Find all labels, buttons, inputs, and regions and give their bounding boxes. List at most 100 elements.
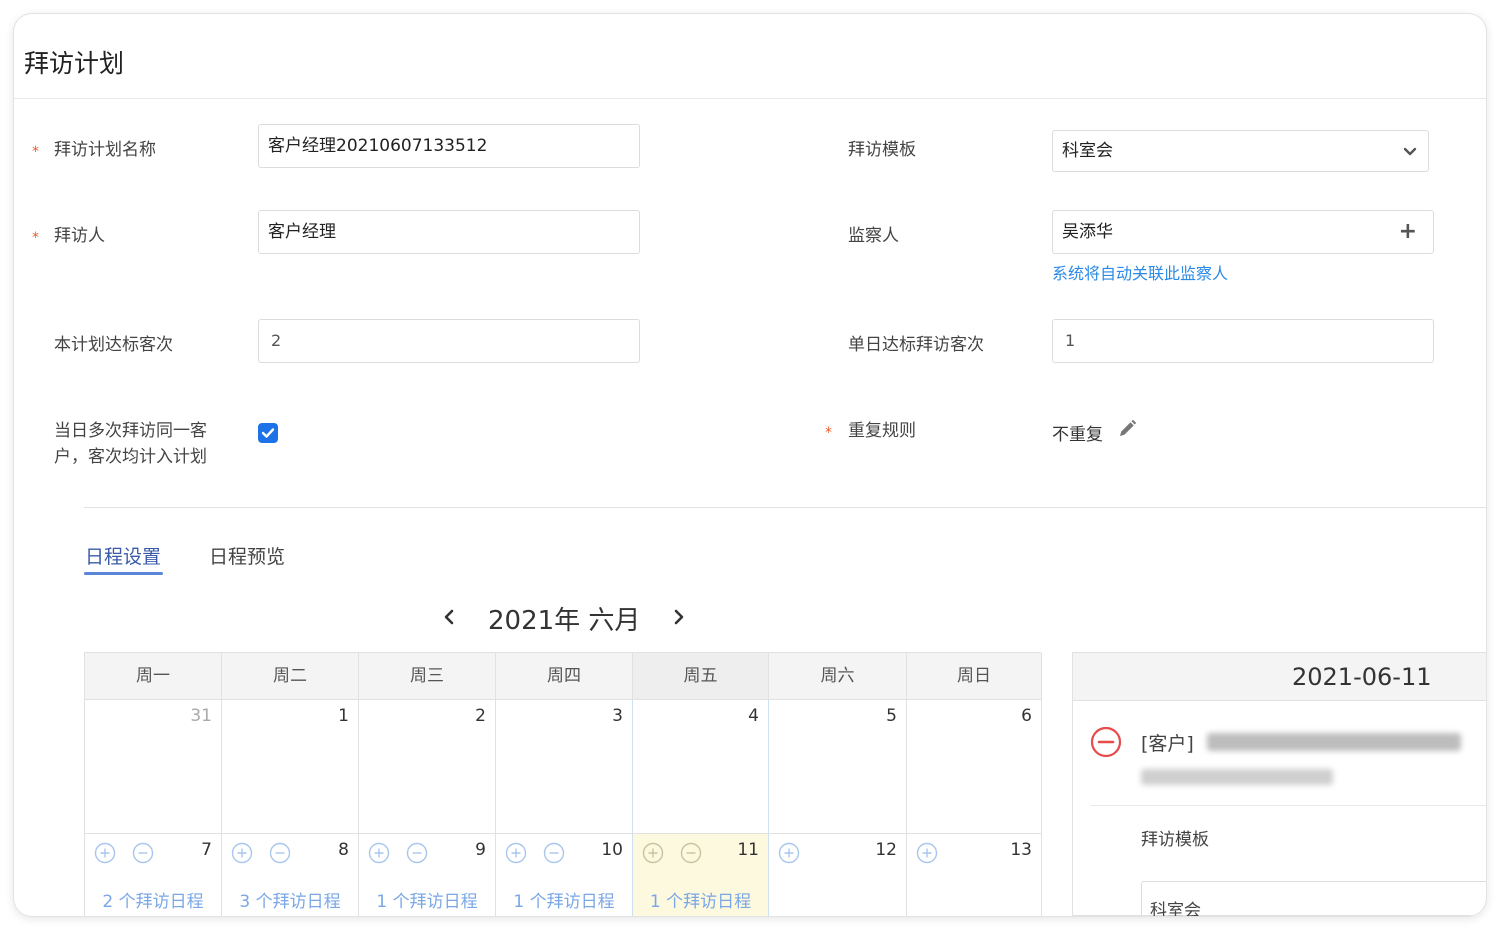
- repeat-rule-value: 不重复: [1052, 425, 1103, 445]
- customer-tag: [客户]: [1141, 733, 1194, 755]
- visit-plan-window: 拜访计划 * 拜访计划名称 客户经理20210607133512 拜访模板 科室…: [14, 14, 1486, 916]
- multi-visit-checkbox[interactable]: [258, 423, 278, 443]
- day-number: 31: [190, 706, 212, 726]
- add-circle-icon[interactable]: [916, 842, 938, 864]
- add-circle-icon[interactable]: [642, 842, 664, 864]
- check-icon: [261, 428, 275, 438]
- daily-target-input[interactable]: 1: [1052, 319, 1434, 363]
- panel-divider: [1091, 805, 1486, 806]
- supervisor-hint: 系统将自动关联此监察人: [1052, 264, 1229, 283]
- required-mark: *: [32, 144, 39, 160]
- day-number: 2: [475, 706, 486, 726]
- target-visits-input[interactable]: 2: [258, 319, 640, 363]
- weekday-header: 周一: [85, 653, 222, 700]
- calendar-day[interactable]: 1: [222, 700, 359, 834]
- calendar-day[interactable]: 10 1 个拜访日程: [496, 834, 633, 916]
- active-tab-indicator: [84, 572, 163, 575]
- calendar-day[interactable]: 31: [85, 700, 222, 834]
- next-month-icon[interactable]: [670, 606, 688, 628]
- day-number: 1: [338, 706, 349, 726]
- remove-circle-icon[interactable]: [543, 842, 565, 864]
- calendar-grid: 周一 周二 周三 周四 周五 周六 周日 31 1 2 3 4 5 6 7 2 …: [84, 652, 1042, 916]
- add-circle-icon[interactable]: [778, 842, 800, 864]
- day-number: 10: [601, 840, 623, 860]
- remove-circle-icon[interactable]: [132, 842, 154, 864]
- calendar-day[interactable]: 5: [769, 700, 907, 834]
- calendar-day[interactable]: 13: [907, 834, 1042, 916]
- weekday-header: 周二: [222, 653, 359, 700]
- edit-pencil-icon[interactable]: [1116, 418, 1138, 440]
- blurred-customer-name: [1207, 733, 1461, 751]
- page-title: 拜访计划: [24, 49, 125, 78]
- schedule-count-link[interactable]: 1 个拜访日程: [633, 887, 768, 912]
- day-number: 5: [886, 706, 897, 726]
- visitor-label: 拜访人: [54, 226, 105, 246]
- calendar-day[interactable]: 12: [769, 834, 907, 916]
- supervisor-input[interactable]: 吴添华 +: [1052, 210, 1434, 254]
- section-divider: [84, 507, 1486, 508]
- calendar-day[interactable]: 3: [496, 700, 633, 834]
- day-number: 3: [612, 706, 623, 726]
- supervisor-label: 监察人: [848, 226, 899, 246]
- add-supervisor-icon[interactable]: +: [1399, 221, 1417, 243]
- template-select[interactable]: 科室会: [1052, 130, 1429, 172]
- calendar-day[interactable]: 7 2 个拜访日程: [85, 834, 222, 916]
- add-circle-icon[interactable]: [231, 842, 253, 864]
- weekday-header: 周四: [496, 653, 633, 700]
- page-header: 拜访计划: [14, 14, 1486, 99]
- calendar-day[interactable]: 2: [359, 700, 496, 834]
- calendar-day[interactable]: 4: [632, 700, 769, 834]
- template-label: 拜访模板: [848, 140, 916, 160]
- daily-target-label: 单日达标拜访客次: [848, 335, 984, 355]
- repeat-rule-label: 重复规则: [848, 421, 916, 441]
- day-number: 9: [475, 840, 486, 860]
- add-circle-icon[interactable]: [368, 842, 390, 864]
- schedule-count-link[interactable]: 1 个拜访日程: [496, 887, 632, 912]
- required-mark: *: [825, 425, 832, 441]
- weekday-header: 周六: [769, 653, 907, 700]
- prev-month-icon[interactable]: [440, 606, 458, 628]
- supervisor-value: 吴添华: [1062, 222, 1113, 242]
- remove-customer-icon[interactable]: [1090, 726, 1122, 758]
- day-number: 7: [201, 840, 212, 860]
- target-visits-label: 本计划达标客次: [54, 335, 173, 355]
- add-circle-icon[interactable]: [505, 842, 527, 864]
- weekday-header: 周日: [907, 653, 1042, 700]
- schedule-count-link[interactable]: 2 个拜访日程: [85, 887, 221, 912]
- blurred-customer-address: [1141, 769, 1333, 785]
- day-detail-panel: 2021-06-11 [客户] 拜访模板 科室会: [1072, 652, 1486, 916]
- visitor-input[interactable]: 客户经理: [258, 210, 640, 254]
- day-number: 11: [737, 840, 759, 860]
- chevron-down-icon: [1403, 147, 1417, 156]
- weekday-header: 周五: [633, 653, 769, 700]
- required-mark: *: [32, 230, 39, 246]
- multi-visit-label-line1: 当日多次拜访同一客: [54, 421, 207, 441]
- tab-schedule-preview[interactable]: 日程预览: [209, 542, 285, 569]
- multi-visit-label-line2: 户，客次均计入计划: [54, 447, 207, 467]
- template-select-value: 科室会: [1062, 141, 1113, 161]
- remove-circle-icon[interactable]: [680, 842, 702, 864]
- panel-date: 2021-06-11: [1292, 663, 1432, 691]
- add-circle-icon[interactable]: [94, 842, 116, 864]
- multi-visit-label: 当日多次拜访同一客 户，客次均计入计划: [54, 418, 207, 470]
- calendar-day-selected[interactable]: 11 1 个拜访日程: [632, 834, 769, 916]
- remove-circle-icon[interactable]: [406, 842, 428, 864]
- plan-name-label: 拜访计划名称: [54, 140, 156, 160]
- weekday-header: 周三: [359, 653, 496, 700]
- day-number: 4: [748, 706, 759, 726]
- calendar-day[interactable]: 6: [907, 700, 1042, 834]
- plan-name-input[interactable]: 客户经理20210607133512: [258, 124, 640, 168]
- panel-template-select[interactable]: 科室会: [1141, 881, 1486, 916]
- tab-schedule-settings[interactable]: 日程设置: [85, 542, 161, 569]
- calendar-day[interactable]: 8 3 个拜访日程: [222, 834, 359, 916]
- month-title: 2021年 六月: [488, 606, 641, 636]
- panel-template-label: 拜访模板: [1141, 830, 1209, 850]
- day-number: 13: [1010, 840, 1032, 860]
- remove-circle-icon[interactable]: [269, 842, 291, 864]
- calendar-day[interactable]: 9 1 个拜访日程: [359, 834, 496, 916]
- schedule-count-link[interactable]: 3 个拜访日程: [222, 887, 358, 912]
- day-number: 12: [875, 840, 897, 860]
- schedule-count-link[interactable]: 1 个拜访日程: [359, 887, 495, 912]
- panel-header: 2021-06-11: [1073, 653, 1486, 701]
- day-number: 8: [338, 840, 349, 860]
